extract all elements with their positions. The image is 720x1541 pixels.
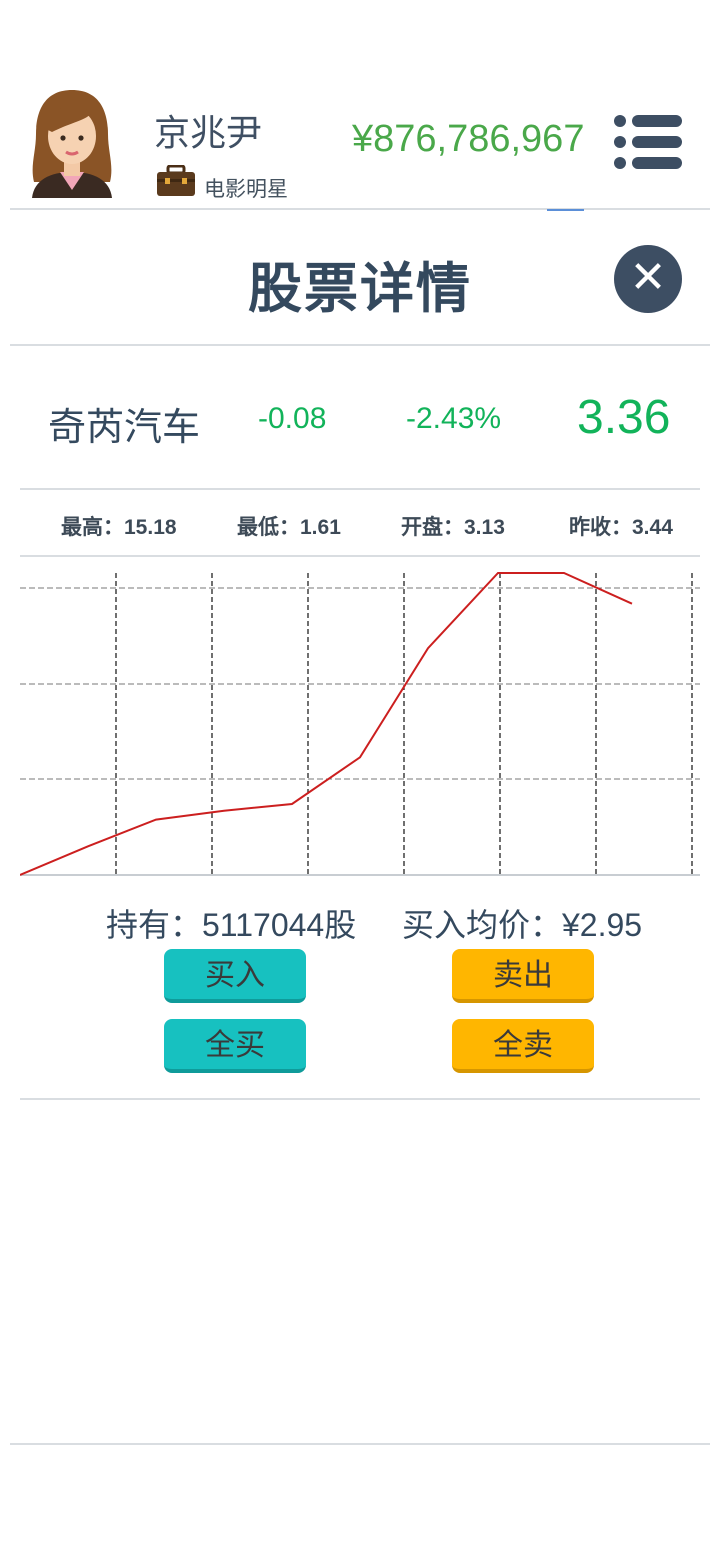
avatar [22,86,122,198]
stock-change: -0.08 [258,402,327,435]
tab-indicator [547,209,584,211]
stock-price: 3.36 [577,391,671,444]
menu-icon[interactable] [612,113,684,171]
stock-change-percent: -2.43% [406,402,502,435]
price-chart-svg [19,572,700,876]
stock-divider [20,488,700,490]
stat-high: 最高：15.18 [61,516,177,539]
female-avatar-icon [32,90,112,198]
stock-name: 奇芮汽车 [48,407,201,449]
buy-all-button[interactable]: 全买 [164,1019,306,1073]
stat-open: 开盘：3.13 [401,516,505,539]
money-balance: ¥876,786,967 [352,118,585,160]
job-label: 电影明星 [204,178,288,201]
close-button[interactable]: ✕ [614,245,682,313]
stat-low: 最低：1.61 [237,516,341,539]
sell-all-button[interactable]: 全卖 [452,1019,594,1073]
price-line [19,572,633,876]
holding-shares: 持有：5117044股 [106,907,357,943]
footer-divider [10,1443,710,1445]
average-buy-price: 买入均价：¥2.95 [402,907,643,943]
header-divider [10,208,710,210]
title-divider [10,344,710,346]
page-title: 股票详情 [248,259,472,319]
stats-divider [20,555,700,557]
player-name: 京兆尹 [154,112,263,153]
price-chart [19,567,700,877]
buy-button[interactable]: 买入 [164,949,306,1003]
stat-prev-close: 昨收：3.44 [569,516,673,539]
actions-divider [20,1098,700,1100]
close-icon: ✕ [629,253,667,302]
sell-button[interactable]: 卖出 [452,949,594,1003]
briefcase-icon [156,164,196,197]
